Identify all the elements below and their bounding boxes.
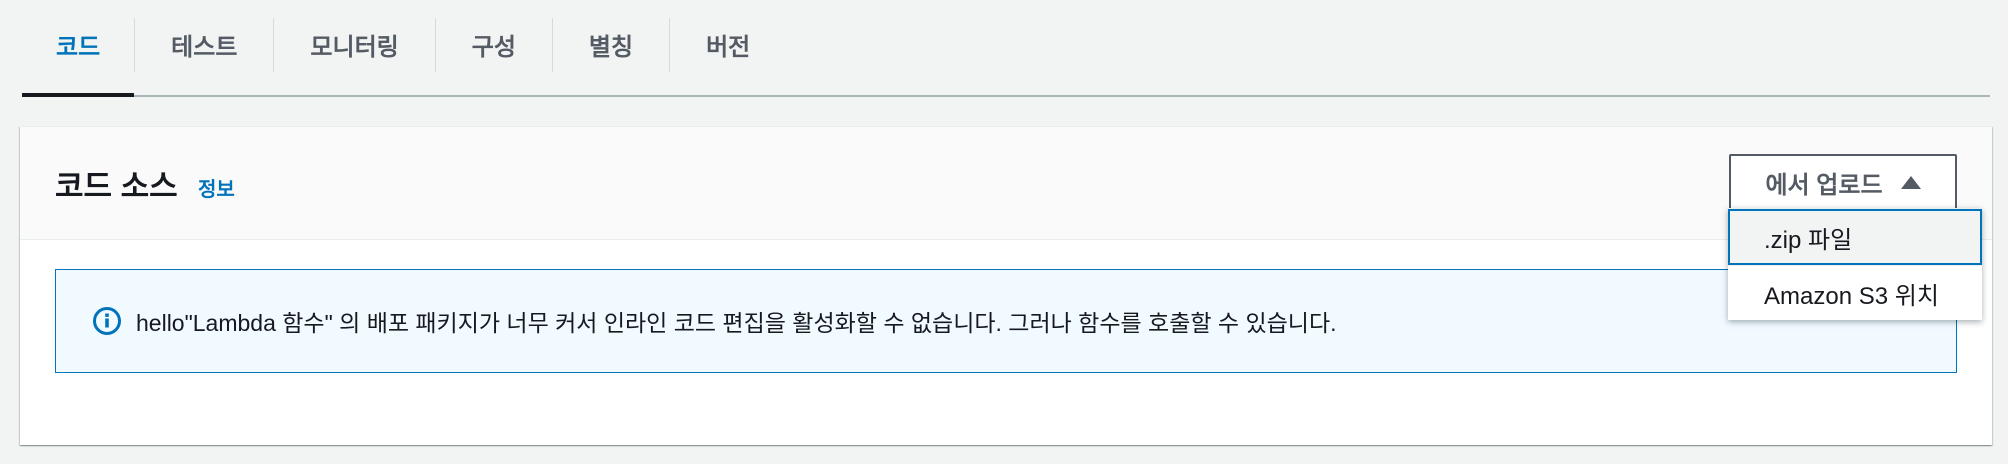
tab-configuration-label: 구성 — [471, 34, 516, 61]
upload-from-button[interactable]: 에서 업로드 — [1729, 154, 1957, 210]
code-source-panel: 코드 소스 정보 에서 업로드 hello"Lambda 함수" 의 배포 패키… — [20, 126, 1992, 445]
upload-from-button-label: 에서 업로드 — [1765, 171, 1883, 199]
upload-from-menu: .zip 파일 Amazon S3 위치 — [1728, 208, 1982, 320]
panel-header: 코드 소스 정보 에서 업로드 — [20, 127, 1992, 240]
tab-versions[interactable]: 버전 — [670, 0, 786, 95]
tab-monitoring[interactable]: 모니터링 — [274, 0, 434, 95]
alert-message: hello"Lambda 함수" 의 배포 패키지가 너무 커서 인라인 코드 … — [136, 310, 1337, 336]
tab-test[interactable]: 테스트 — [135, 0, 273, 95]
tab-versions-label: 버전 — [706, 34, 751, 61]
menu-item-zip-file-label: .zip 파일 — [1764, 226, 1853, 254]
caret-up-icon — [1900, 175, 1921, 189]
info-icon — [93, 307, 121, 335]
tab-monitoring-label: 모니터링 — [310, 34, 399, 61]
menu-item-zip-file[interactable]: .zip 파일 — [1728, 209, 1982, 265]
info-alert: hello"Lambda 함수" 의 배포 패키지가 너무 커서 인라인 코드 … — [55, 269, 1957, 373]
tab-test-label: 테스트 — [171, 34, 238, 61]
menu-item-s3-location-label: Amazon S3 위치 — [1764, 283, 1939, 310]
info-link[interactable]: 정보 — [198, 173, 235, 202]
panel-title: 코드 소스 — [55, 169, 178, 204]
tab-aliases[interactable]: 별칭 — [553, 0, 669, 95]
tab-code-label: 코드 — [56, 34, 101, 61]
tab-aliases-label: 별칭 — [588, 34, 634, 61]
tab-configuration[interactable]: 구성 — [436, 0, 552, 95]
tab-code[interactable]: 코드 — [22, 0, 135, 97]
tab-bar: 코드 테스트 모니터링 구성 별칭 버전 — [22, 0, 1990, 97]
menu-item-s3-location[interactable]: Amazon S3 위치 — [1728, 265, 1982, 321]
